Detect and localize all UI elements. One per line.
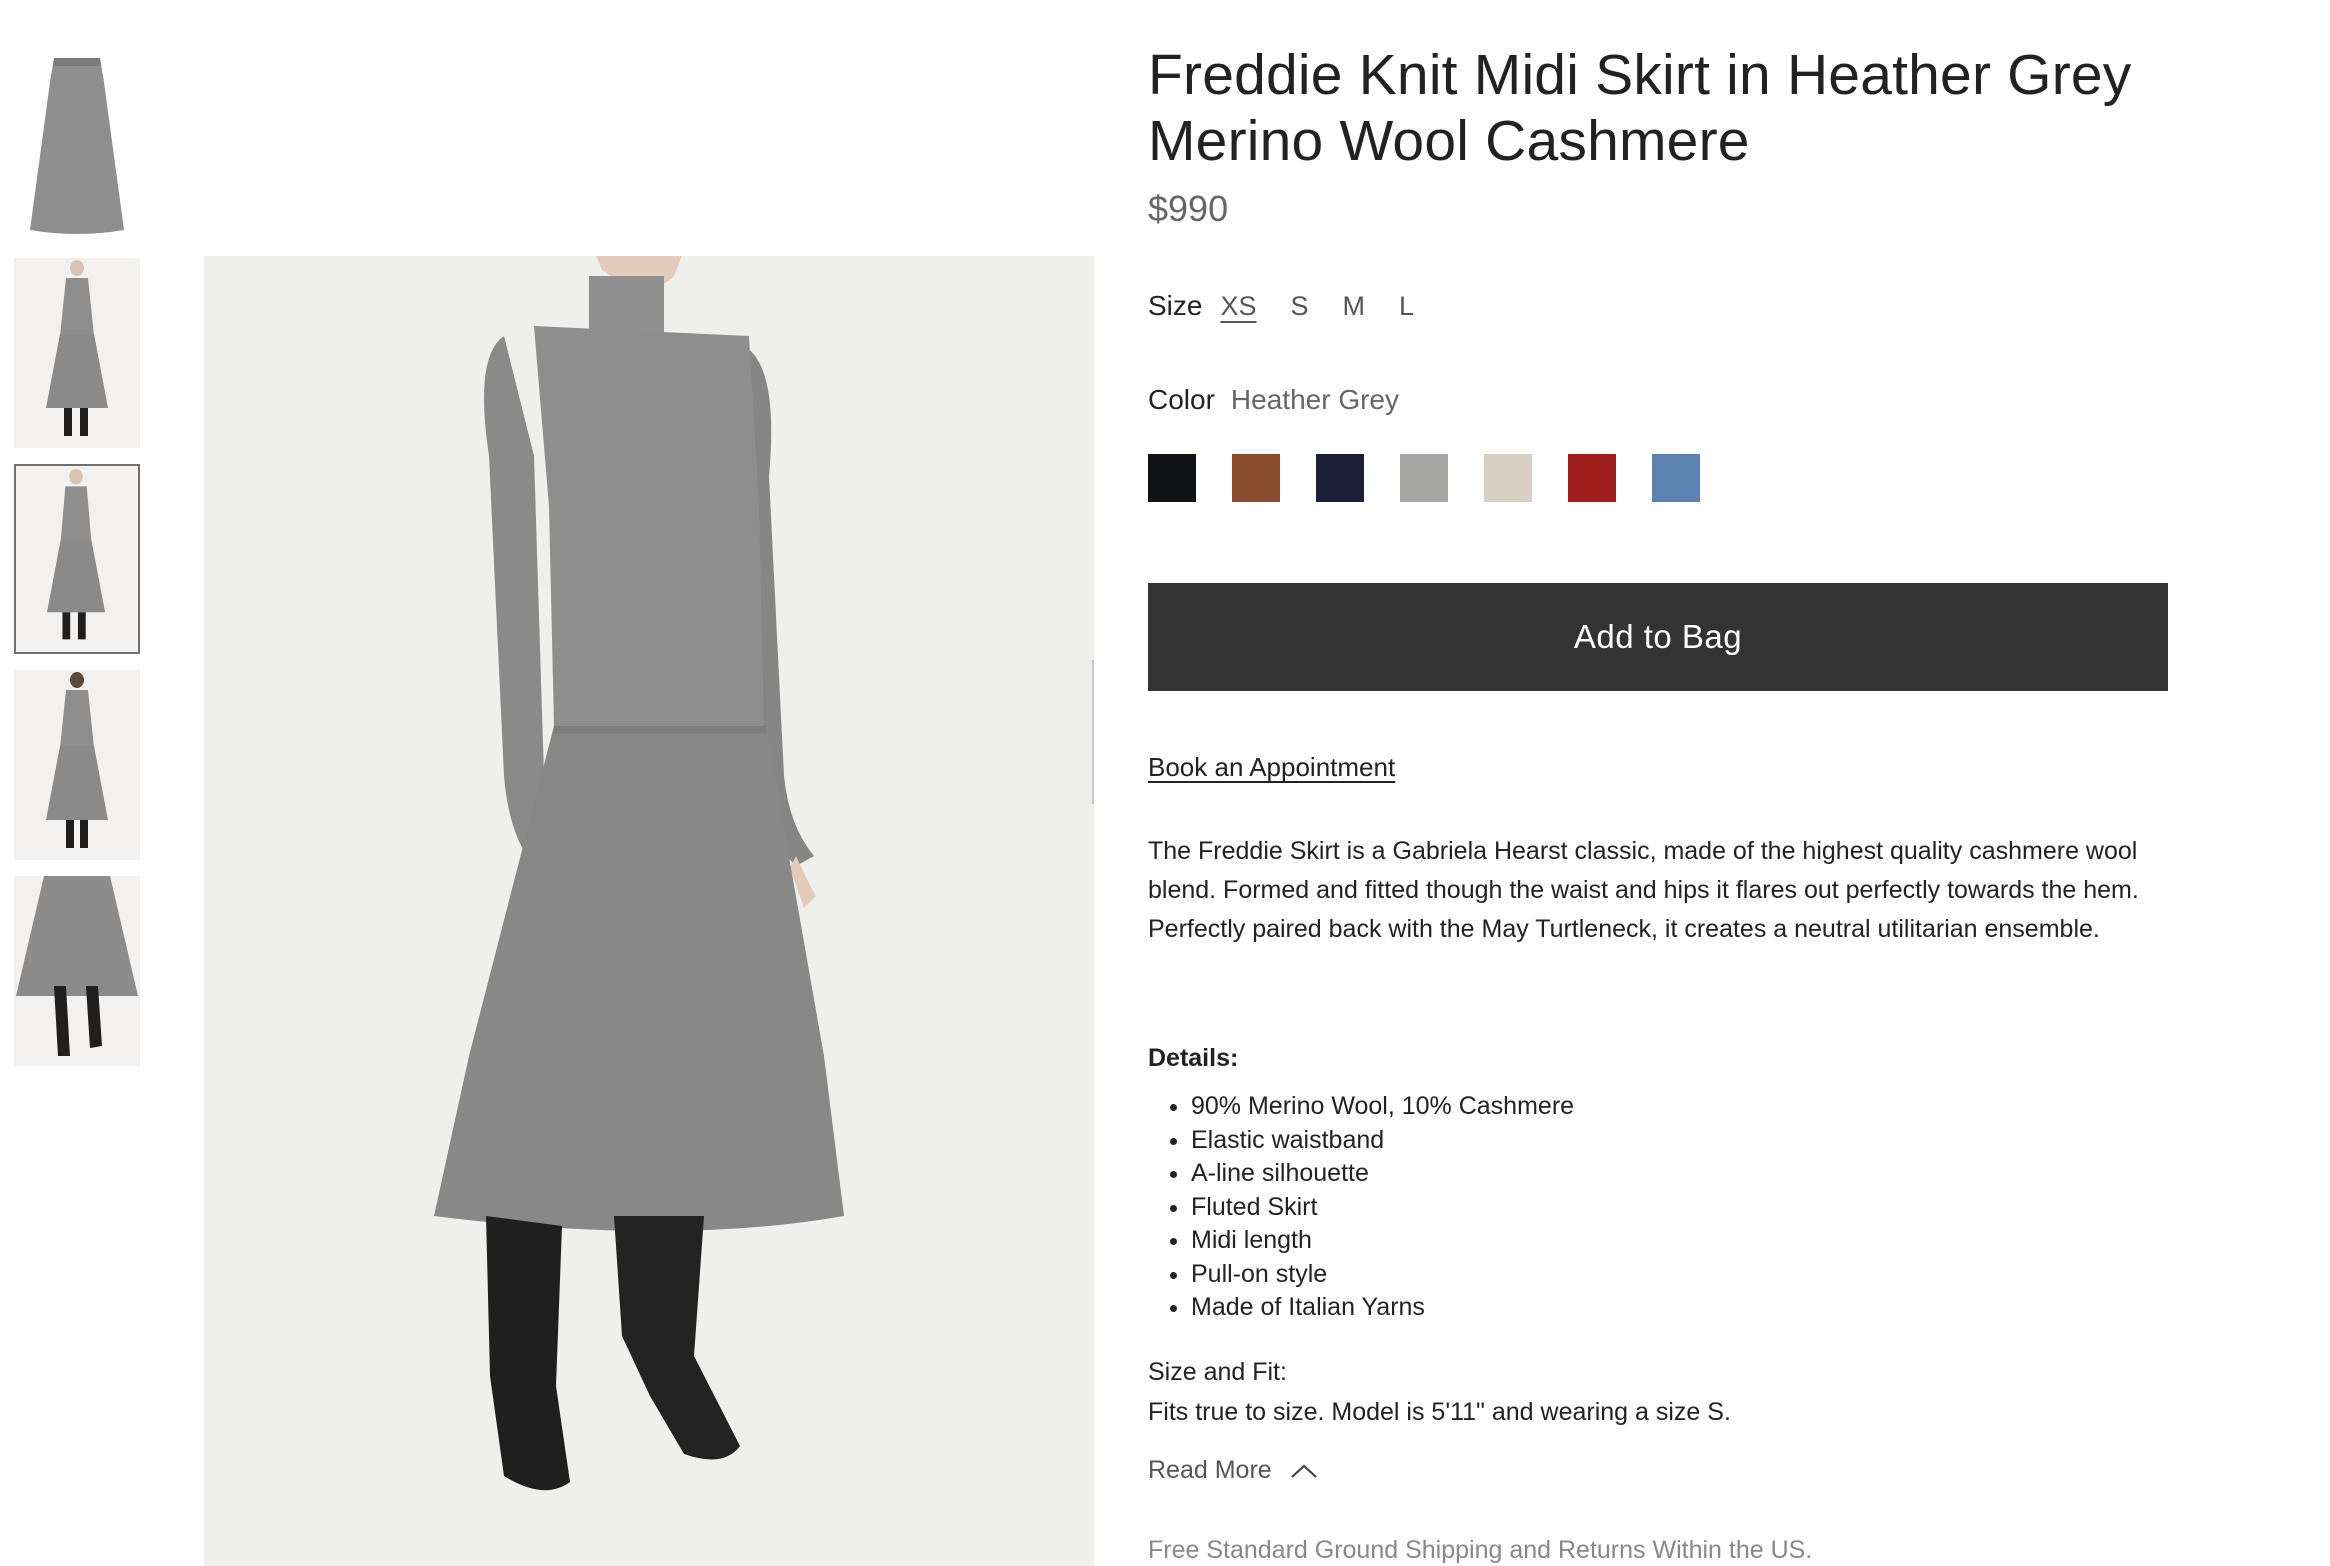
size-option-l[interactable]: L bbox=[1399, 291, 1414, 322]
read-more-label: Read More bbox=[1148, 1456, 1272, 1484]
color-label: Color bbox=[1148, 384, 1215, 415]
swatch-oatmeal[interactable] bbox=[1484, 454, 1532, 502]
details-item: 90% Merino Wool, 10% Cashmere bbox=[1191, 1090, 1574, 1124]
details-item: Made of Italian Yarns bbox=[1191, 1291, 1574, 1325]
thumbnail-model-side[interactable] bbox=[14, 464, 140, 654]
size-option-xs[interactable]: XS bbox=[1220, 291, 1256, 322]
product-title: Freddie Knit Midi Skirt in Heather Grey … bbox=[1148, 43, 2132, 173]
thumbnail-skirt-flat[interactable] bbox=[14, 52, 140, 242]
details-item: Fluted Skirt bbox=[1191, 1191, 1574, 1225]
details-heading: Details: bbox=[1148, 1044, 1239, 1072]
product-price: $990 bbox=[1148, 188, 1229, 229]
details-item: Midi length bbox=[1191, 1224, 1574, 1258]
swatch-heather-grey[interactable] bbox=[1400, 454, 1448, 502]
size-option-s[interactable]: S bbox=[1291, 291, 1309, 322]
model-illustration bbox=[204, 256, 1094, 1566]
add-to-bag-button[interactable]: Add to Bag bbox=[1148, 583, 2168, 691]
book-appointment-link[interactable]: Book an Appointment bbox=[1148, 752, 1395, 783]
model-side-image bbox=[46, 468, 106, 640]
skirt-flat-image bbox=[30, 58, 124, 234]
image-edge-divider bbox=[1092, 660, 1094, 804]
swatch-black[interactable] bbox=[1148, 454, 1196, 502]
size-option-m[interactable]: M bbox=[1343, 291, 1366, 322]
swatch-blue[interactable] bbox=[1652, 454, 1700, 502]
chevron-up-icon bbox=[1290, 1464, 1317, 1478]
model-front-image bbox=[46, 260, 108, 436]
thumbnail-skirt-detail[interactable] bbox=[14, 876, 140, 1066]
shipping-note: Free Standard Ground Shipping and Return… bbox=[1148, 1536, 1813, 1564]
skirt-detail-image bbox=[16, 876, 138, 1056]
product-description: The Freddie Skirt is a Gabriela Hearst c… bbox=[1148, 837, 2139, 943]
swatch-brown[interactable] bbox=[1232, 454, 1280, 502]
details-item: Elastic waistband bbox=[1191, 1124, 1574, 1158]
size-fit-text: Fits true to size. Model is 5'11" and we… bbox=[1148, 1398, 1731, 1426]
details-item: Pull-on style bbox=[1191, 1258, 1574, 1292]
main-product-image bbox=[204, 256, 1094, 1566]
color-selector: Color Heather Grey bbox=[1148, 384, 1399, 416]
product-info-panel: Freddie Knit Midi Skirt in Heather Grey … bbox=[1148, 42, 2168, 1564]
swatch-navy[interactable] bbox=[1316, 454, 1364, 502]
swatch-red[interactable] bbox=[1568, 454, 1616, 502]
model-back-image bbox=[46, 672, 108, 848]
size-label: Size bbox=[1148, 290, 1203, 321]
size-fit-heading: Size and Fit: bbox=[1148, 1358, 1287, 1386]
color-swatches bbox=[1148, 454, 1736, 502]
details-list: 90% Merino Wool, 10% Cashmere Elastic wa… bbox=[1148, 1090, 1574, 1325]
details-item: A-line silhouette bbox=[1191, 1157, 1574, 1191]
thumbnail-model-back[interactable] bbox=[14, 670, 140, 860]
color-value: Heather Grey bbox=[1230, 384, 1399, 415]
read-more-toggle[interactable]: Read More bbox=[1148, 1456, 1318, 1485]
size-selector: Size XS S M L bbox=[1148, 290, 1448, 322]
thumbnail-model-front[interactable] bbox=[14, 258, 140, 448]
